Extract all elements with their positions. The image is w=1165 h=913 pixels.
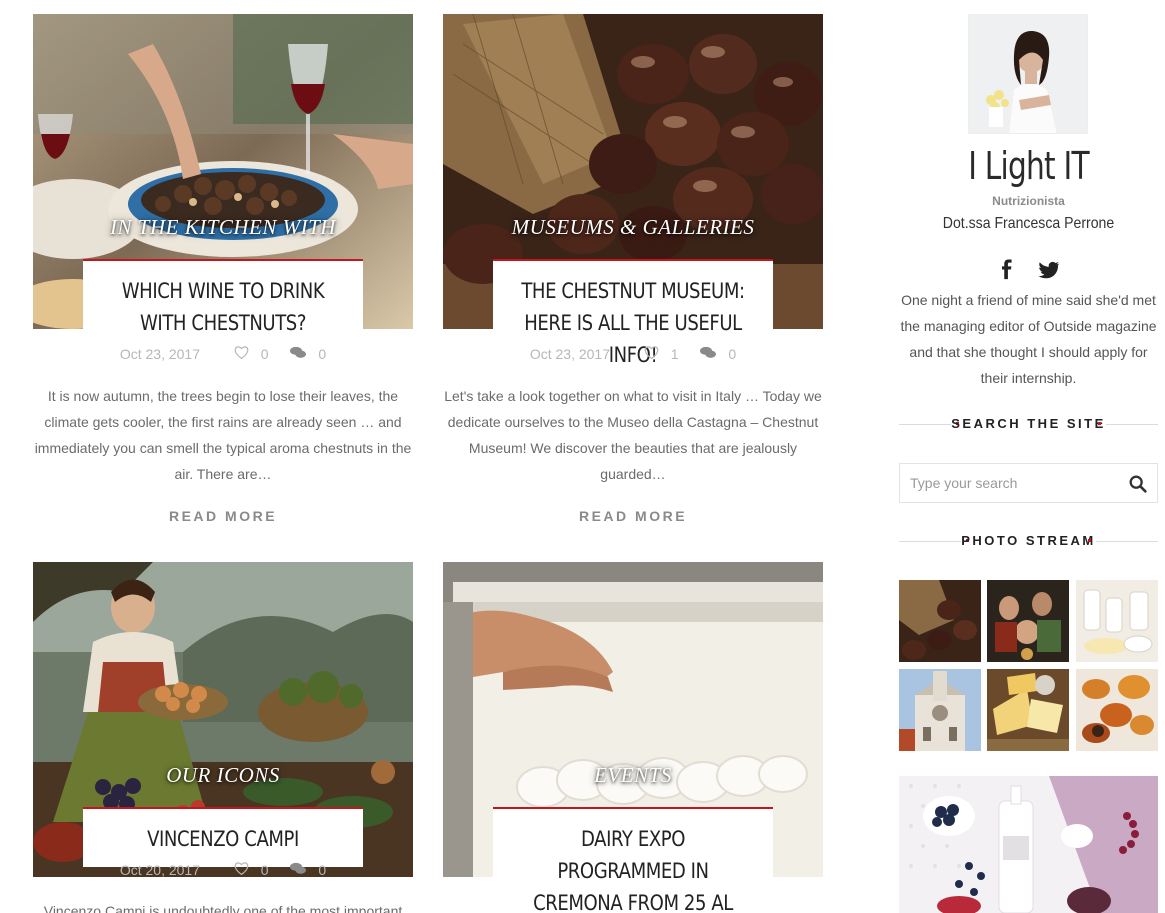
- post-excerpt: Let's take a look together on what to vi…: [444, 388, 822, 482]
- post-card: IN THE KITCHEN WITH WHICH WINE TO DRINK …: [33, 14, 413, 534]
- social-links: [990, 259, 1070, 281]
- post-date: Oct 23, 2017: [119, 346, 200, 363]
- post-category[interactable]: MUSEUMS & GALLERIES: [443, 215, 823, 240]
- author-role: Nutrizionista: [992, 194, 1065, 208]
- post-title[interactable]: DAIRY EXPO PROGRAMMED IN CREMONA FROM 25…: [519, 823, 746, 913]
- divider-dot: [1088, 539, 1091, 542]
- heart-icon[interactable]: [644, 346, 659, 362]
- post-card: OUR ICONS VINCENZO CAMPI Oct 20, 2017 0 …: [33, 562, 413, 913]
- post-title[interactable]: VINCENZO CAMPI: [109, 823, 336, 855]
- post-title-box: DAIRY EXPO PROGRAMMED IN CREMONA FROM 25…: [493, 807, 773, 913]
- read-more-link[interactable]: READ MORE: [443, 508, 823, 524]
- post-title[interactable]: WHICH WINE TO DRINK WITH CHESTNUTS?: [109, 275, 336, 339]
- divider: [1106, 424, 1158, 425]
- twitter-icon[interactable]: [1038, 259, 1060, 281]
- heart-icon[interactable]: [234, 346, 249, 362]
- post-title-box: THE CHESTNUT MUSEUM: HERE IS ALL THE USE…: [493, 259, 773, 367]
- facebook-icon[interactable]: [996, 259, 1018, 281]
- sidebar-ad-banner[interactable]: [899, 776, 1158, 913]
- author-avatar: [968, 14, 1088, 134]
- post-title-box: WHICH WINE TO DRINK WITH CHESTNUTS?: [83, 259, 363, 335]
- post-category[interactable]: IN THE KITCHEN WITH: [33, 215, 413, 240]
- comments-icon[interactable]: [290, 346, 307, 362]
- photo-stream-item[interactable]: [987, 580, 1069, 662]
- post-date: Oct 23, 2017: [529, 346, 610, 363]
- post-title-box: VINCENZO CAMPI: [83, 807, 363, 867]
- comments-count: 0: [318, 862, 327, 879]
- post-category[interactable]: EVENTS: [443, 763, 823, 788]
- photo-stream-widget-title: PHOTO STREAM: [899, 531, 1158, 551]
- divider: [1096, 541, 1158, 542]
- photo-stream-item[interactable]: [899, 669, 981, 751]
- divider-dot: [1098, 422, 1101, 425]
- ad-image: [899, 776, 1158, 913]
- post-category[interactable]: OUR ICONS: [33, 763, 413, 788]
- post-date: Oct 20, 2017: [119, 862, 200, 879]
- read-more-link[interactable]: READ MORE: [33, 508, 413, 524]
- likes-count: 0: [260, 862, 269, 879]
- post-meta: Oct 20, 2017 0 0: [33, 861, 413, 878]
- post-excerpt: It is now autumn, the trees begin to los…: [34, 388, 412, 482]
- post-meta: Oct 23, 2017 1 0: [443, 345, 823, 362]
- heart-icon[interactable]: [234, 862, 249, 878]
- photo-stream-item[interactable]: [1076, 580, 1158, 662]
- post-meta: Oct 23, 2017 0 0: [33, 345, 413, 362]
- search-input[interactable]: [900, 464, 1115, 502]
- comments-icon[interactable]: [700, 346, 717, 362]
- likes-count: 1: [670, 346, 679, 363]
- author-photo: [969, 15, 1087, 133]
- author-name: Dot.ssa Francesca Perrone: [942, 215, 1115, 232]
- photo-stream-item[interactable]: [987, 669, 1069, 751]
- search-form: [899, 463, 1158, 503]
- comments-icon[interactable]: [290, 862, 307, 878]
- post-card: EVENTS DAIRY EXPO PROGRAMMED IN CREMONA …: [443, 562, 823, 913]
- comments-count: 0: [318, 346, 327, 363]
- photo-stream-item[interactable]: [1076, 669, 1158, 751]
- search-widget-title: SEARCH THE SITE: [899, 414, 1158, 434]
- site-brand-name: I Light IT: [968, 144, 1089, 188]
- post-excerpt: Vincenzo Campi is undoubtedly one of the…: [43, 903, 403, 913]
- photo-stream-item[interactable]: [899, 580, 981, 662]
- author-bio: One night a friend of mine said she'd me…: [900, 292, 1157, 386]
- comments-count: 0: [728, 346, 737, 363]
- search-icon[interactable]: [1127, 473, 1149, 495]
- post-card: MUSEUMS & GALLERIES THE CHESTNUT MUSEUM:…: [443, 14, 823, 534]
- likes-count: 0: [260, 346, 269, 363]
